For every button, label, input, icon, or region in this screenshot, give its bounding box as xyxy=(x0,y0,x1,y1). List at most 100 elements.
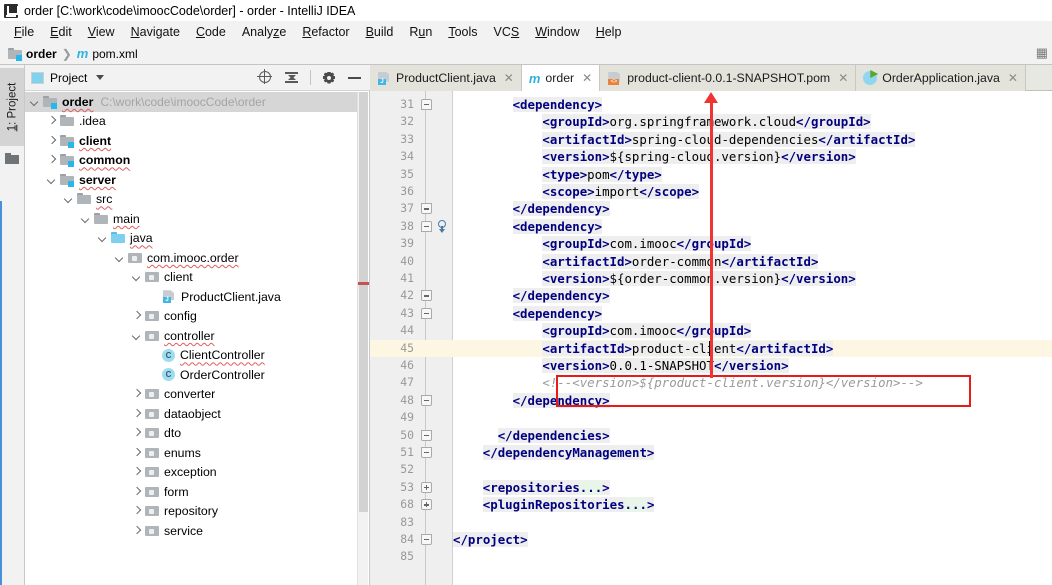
code-line-84[interactable]: </project> xyxy=(453,531,1052,548)
chevron-down-icon[interactable] xyxy=(131,330,143,342)
chevron-down-icon[interactable] xyxy=(63,193,75,205)
chevron-right-icon[interactable] xyxy=(131,427,143,439)
code-line-48[interactable]: </dependency> xyxy=(512,392,1052,409)
tree-node-enums[interactable]: enums xyxy=(25,443,358,463)
tree-node-controller[interactable]: controller xyxy=(25,326,358,346)
editor-tab-orderapplication-java[interactable]: OrderApplication.java ✕ xyxy=(856,65,1026,91)
code-line-52[interactable] xyxy=(453,461,1052,478)
code-line-46[interactable]: <version>0.0.1-SNAPSHOT</version> xyxy=(542,357,1052,374)
code-line-31[interactable]: <dependency> xyxy=(512,96,1052,113)
menu-item-edit[interactable]: Edit xyxy=(42,24,80,40)
project-tree-scrollbar[interactable] xyxy=(357,92,369,585)
chevron-down-icon[interactable] xyxy=(114,252,126,264)
fold-toggle-43[interactable] xyxy=(421,307,432,319)
code-line-47[interactable]: <!--<version>${product-client.version}</… xyxy=(542,374,1052,391)
chevron-right-icon[interactable] xyxy=(46,154,58,166)
chevron-down-icon[interactable] xyxy=(131,271,143,283)
fold-toggle-31[interactable] xyxy=(421,99,432,110)
close-icon[interactable]: ✕ xyxy=(504,72,514,84)
chevron-right-icon[interactable] xyxy=(131,466,143,478)
navbar-overflow-icon[interactable]: ▦ xyxy=(1036,45,1048,61)
tree-node-server[interactable]: server xyxy=(25,170,358,190)
editor-tab-productclient-java[interactable]: J ProductClient.java ✕ xyxy=(370,65,522,91)
menu-item-run[interactable]: Run xyxy=(401,24,440,40)
code-line-38[interactable]: <dependency> xyxy=(512,218,1052,235)
menu-item-help[interactable]: Help xyxy=(588,24,630,40)
project-panel-title-group[interactable]: Project xyxy=(31,71,105,85)
tree-node-com-imooc-order[interactable]: com.imooc.order xyxy=(25,248,358,268)
code-line-36[interactable]: <scope>import</scope> xyxy=(542,183,1052,200)
editor-tab-order[interactable]: m order ✕ xyxy=(521,65,601,91)
code-line-39[interactable]: <groupId>com.imooc</groupId> xyxy=(542,235,1052,252)
menu-item-navigate[interactable]: Navigate xyxy=(123,24,188,40)
tree-node-productclient-java[interactable]: J ProductClient.java xyxy=(25,287,358,307)
tree-node-src[interactable]: src xyxy=(25,190,358,210)
code-line-33[interactable]: <artifactId>spring-cloud-dependencies</a… xyxy=(542,131,1052,148)
tree-node-service[interactable]: service xyxy=(25,521,358,541)
tree-node-exception[interactable]: exception xyxy=(25,463,358,483)
close-icon[interactable]: ✕ xyxy=(838,72,848,84)
chevron-right-icon[interactable] xyxy=(46,115,58,127)
code-line-32[interactable]: <groupId>org.springframework.cloud</grou… xyxy=(542,113,1052,130)
menu-item-vcs[interactable]: VCS xyxy=(486,24,528,40)
breadcrumb-item-pom[interactable]: m pom.xml xyxy=(77,46,138,61)
gear-icon[interactable] xyxy=(322,71,336,85)
chevron-right-icon[interactable] xyxy=(131,486,143,498)
chevron-down-icon[interactable] xyxy=(29,96,41,108)
chevron-right-icon[interactable] xyxy=(46,135,58,147)
tool-window-tab-project[interactable]: 1: Project xyxy=(0,68,24,146)
fold-toggle-50[interactable] xyxy=(421,429,432,441)
fold-toggle-51[interactable] xyxy=(421,447,432,458)
menu-item-file[interactable]: File xyxy=(6,24,42,40)
fold-toggle-84[interactable] xyxy=(421,534,432,545)
code-line-83[interactable] xyxy=(453,514,1052,531)
breadcrumb-item-order[interactable]: order xyxy=(8,47,57,61)
chevron-right-icon[interactable] xyxy=(131,447,143,459)
code-line-40[interactable]: <artifactId>order-common</artifactId> xyxy=(542,253,1052,270)
chevron-right-icon[interactable] xyxy=(131,525,143,537)
code-line-44[interactable]: <groupId>com.imooc</groupId> xyxy=(542,322,1052,339)
tree-node-dto[interactable]: dto xyxy=(25,424,358,444)
code-line-43[interactable]: <dependency> xyxy=(512,305,1052,322)
dependency-download-icon[interactable] xyxy=(436,219,448,233)
tree-node-order[interactable]: order C:\work\code\imoocCode\order xyxy=(25,92,358,112)
tree-node-form[interactable]: form xyxy=(25,482,358,502)
chevron-right-icon[interactable] xyxy=(131,310,143,322)
code-line-45[interactable]: <artifactId>product-client</artifactId> xyxy=(542,340,1052,357)
fold-toggle-37[interactable] xyxy=(421,203,432,215)
tree-node-java[interactable]: java xyxy=(25,229,358,249)
chevron-down-icon[interactable] xyxy=(96,75,105,80)
tree-node-main[interactable]: main xyxy=(25,209,358,229)
tree-node-common[interactable]: common xyxy=(25,151,358,171)
menu-item-code[interactable]: Code xyxy=(188,24,234,40)
close-icon[interactable]: ✕ xyxy=(582,72,592,84)
code-line-51[interactable]: </dependencyManagement> xyxy=(482,444,1052,461)
code-line-41[interactable]: <version>${order-common.version}</versio… xyxy=(542,270,1052,287)
scrollbar-thumb[interactable] xyxy=(359,92,368,512)
code-line-35[interactable]: <type>pom</type> xyxy=(542,166,1052,183)
code-line-50[interactable]: </dependencies> xyxy=(497,427,1052,444)
tree-node-client[interactable]: client xyxy=(25,131,358,151)
chevron-right-icon[interactable] xyxy=(131,505,143,517)
code-line-42[interactable]: </dependency> xyxy=(512,287,1052,304)
code-line-53[interactable]: <repositories...> xyxy=(482,479,1052,496)
tree-node-config[interactable]: config xyxy=(25,307,358,327)
fold-toggle-68[interactable] xyxy=(421,499,432,511)
locate-icon[interactable] xyxy=(257,69,273,85)
chevron-down-icon[interactable] xyxy=(80,213,92,225)
code-line-68[interactable]: <pluginRepositories...> xyxy=(482,496,1052,513)
chevron-right-icon[interactable] xyxy=(131,408,143,420)
project-tree[interactable]: order C:\work\code\imoocCode\order .idea cl… xyxy=(25,92,358,585)
menu-item-build[interactable]: Build xyxy=(358,24,402,40)
menu-item-tools[interactable]: Tools xyxy=(440,24,485,40)
tree-node-clientcontroller[interactable]: C ClientController xyxy=(25,346,358,366)
tree-node-repository[interactable]: repository xyxy=(25,502,358,522)
chevron-down-icon[interactable] xyxy=(46,174,58,186)
fold-toggle-38[interactable] xyxy=(421,220,432,232)
tree-node-client[interactable]: client xyxy=(25,268,358,288)
code-line-85[interactable] xyxy=(453,548,1052,565)
fold-toggle-53[interactable] xyxy=(421,481,432,493)
fold-toggle-48[interactable] xyxy=(421,394,432,406)
code-line-37[interactable]: </dependency> xyxy=(512,200,1052,217)
chevron-right-icon[interactable] xyxy=(131,388,143,400)
